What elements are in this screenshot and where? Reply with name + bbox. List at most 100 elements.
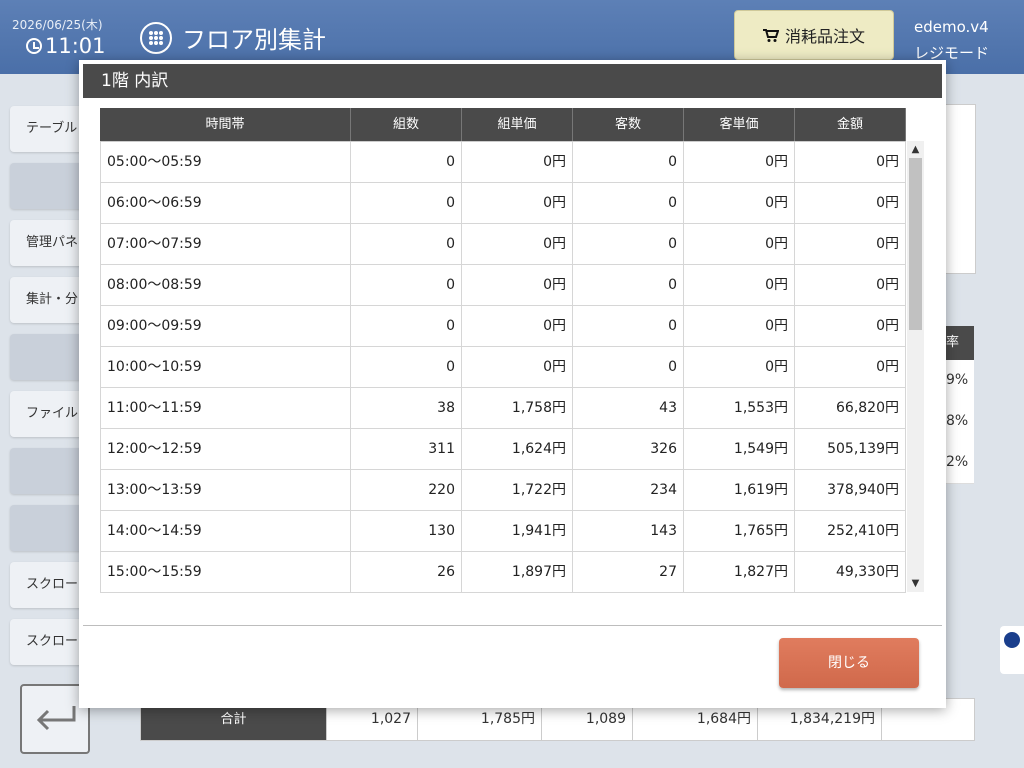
table-row[interactable]: 10:00～10:59 0 0円 0 0円 0円	[100, 347, 906, 388]
cell-time: 09:00～09:59	[100, 306, 351, 346]
cell-customers: 0	[573, 142, 684, 182]
table-row[interactable]: 08:00～08:59 0 0円 0 0円 0円	[100, 265, 906, 306]
cell-customer-price: 1,549円	[684, 429, 795, 469]
cell-group-price: 1,897円	[462, 552, 573, 592]
cell-customers: 0	[573, 306, 684, 346]
header-date: 2026/06/25(木)	[12, 18, 103, 32]
cell-amount: 378,940円	[795, 470, 906, 510]
cell-customer-price: 0円	[684, 224, 795, 264]
cell-customer-price: 1,619円	[684, 470, 795, 510]
consumables-order-label: 消耗品注文	[784, 27, 865, 46]
col-time: 時間帯	[100, 108, 351, 141]
cell-amount: 66,820円	[795, 388, 906, 428]
modal-title: 1階 内訳	[83, 64, 942, 98]
page-title: フロア別集計	[182, 26, 326, 54]
cell-group-price: 1,722円	[462, 470, 573, 510]
cell-time: 15:00～15:59	[100, 552, 351, 592]
cell-group-price: 0円	[462, 306, 573, 346]
cell-time: 06:00～06:59	[100, 183, 351, 223]
cell-time: 13:00～13:59	[100, 470, 351, 510]
table-row[interactable]: 07:00～07:59 0 0円 0 0円 0円	[100, 224, 906, 265]
cell-group-price: 1,758円	[462, 388, 573, 428]
remote-support-icon	[1004, 632, 1020, 648]
cell-customers: 0	[573, 224, 684, 264]
cell-group-price: 0円	[462, 224, 573, 264]
cell-group-price: 0円	[462, 347, 573, 387]
cell-amount: 0円	[795, 306, 906, 346]
cell-customers: 143	[573, 511, 684, 551]
table-row[interactable]: 14:00～14:59 130 1,941円 143 1,765円 252,410円	[100, 511, 906, 552]
cell-customer-price: 0円	[684, 183, 795, 223]
header-time-block: 11:01	[26, 34, 106, 58]
cell-customer-price: 0円	[684, 347, 795, 387]
cell-group-price: 1,941円	[462, 511, 573, 551]
cell-groups: 311	[351, 429, 462, 469]
cell-amount: 0円	[795, 347, 906, 387]
cell-groups: 0	[351, 142, 462, 182]
floor-breakdown-modal: 1階 内訳 時間帯 組数 組単価 客数 客単価 金額 05:00～05:59 0 0…	[79, 60, 946, 708]
cell-amount: 505,139円	[795, 429, 906, 469]
cell-customer-price: 0円	[684, 265, 795, 305]
cell-groups: 130	[351, 511, 462, 551]
table-row[interactable]: 09:00～09:59 0 0円 0 0円 0円	[100, 306, 906, 347]
remote-support-tab[interactable]	[1000, 626, 1024, 674]
cell-time: 14:00～14:59	[100, 511, 351, 551]
cell-group-price: 0円	[462, 142, 573, 182]
grid-menu-icon[interactable]	[140, 21, 172, 54]
scroll-up-icon[interactable]: ▲	[907, 141, 924, 158]
cell-time: 07:00～07:59	[100, 224, 351, 264]
user-name: edemo.v4	[914, 18, 989, 36]
page-title-block: フロア別集計	[140, 20, 326, 55]
cell-group-price: 0円	[462, 183, 573, 223]
cell-customers: 0	[573, 347, 684, 387]
back-arrow-icon	[36, 706, 76, 731]
cell-customer-price: 1,827円	[684, 552, 795, 592]
scroll-thumb[interactable]	[909, 158, 922, 330]
cell-amount: 0円	[795, 224, 906, 264]
clock-icon	[26, 38, 42, 54]
cell-groups: 0	[351, 347, 462, 387]
breakdown-table-body[interactable]: 05:00～05:59 0 0円 0 0円 0円 06:00～06:59 0 0円 0 0円 0円 07…	[100, 141, 906, 593]
consumables-order-button[interactable]: 消耗品注文	[734, 10, 894, 60]
cell-customer-price: 1,765円	[684, 511, 795, 551]
cell-group-price: 1,624円	[462, 429, 573, 469]
cell-customer-price: 0円	[684, 142, 795, 182]
cell-time: 08:00～08:59	[100, 265, 351, 305]
table-scrollbar[interactable]: ▲ ▼	[907, 141, 924, 592]
col-group-price: 組単価	[462, 108, 573, 141]
scroll-down-icon[interactable]: ▼	[907, 575, 924, 592]
cell-time: 10:00～10:59	[100, 347, 351, 387]
cell-customers: 234	[573, 470, 684, 510]
cell-customer-price: 0円	[684, 306, 795, 346]
cell-amount: 0円	[795, 265, 906, 305]
table-row[interactable]: 05:00～05:59 0 0円 0 0円 0円	[100, 142, 906, 183]
cell-time: 11:00～11:59	[100, 388, 351, 428]
table-row[interactable]: 11:00～11:59 38 1,758円 43 1,553円 66,820円	[100, 388, 906, 429]
cell-amount: 252,410円	[795, 511, 906, 551]
close-button[interactable]: 閉じる	[779, 638, 919, 688]
table-row[interactable]: 06:00～06:59 0 0円 0 0円 0円	[100, 183, 906, 224]
cell-customers: 326	[573, 429, 684, 469]
cell-customers: 0	[573, 265, 684, 305]
cell-amount: 0円	[795, 142, 906, 182]
cell-customers: 0	[573, 183, 684, 223]
table-row[interactable]: 12:00～12:59 311 1,624円 326 1,549円 505,139円	[100, 429, 906, 470]
cell-customer-price: 1,553円	[684, 388, 795, 428]
col-customers: 客数	[573, 108, 684, 141]
cell-time: 05:00～05:59	[100, 142, 351, 182]
cell-customers: 43	[573, 388, 684, 428]
cell-groups: 26	[351, 552, 462, 592]
cell-time: 12:00～12:59	[100, 429, 351, 469]
cell-customers: 27	[573, 552, 684, 592]
cell-group-price: 0円	[462, 265, 573, 305]
header-time: 11:01	[45, 34, 106, 58]
cell-amount: 49,330円	[795, 552, 906, 592]
cell-amount: 0円	[795, 183, 906, 223]
table-row[interactable]: 13:00～13:59 220 1,722円 234 1,619円 378,940円	[100, 470, 906, 511]
col-customer-price: 客単価	[684, 108, 795, 141]
table-row[interactable]: 15:00～15:59 26 1,897円 27 1,827円 49,330円	[100, 552, 906, 593]
cell-groups: 38	[351, 388, 462, 428]
col-amount: 金額	[795, 108, 906, 141]
cell-groups: 0	[351, 306, 462, 346]
cell-groups: 0	[351, 183, 462, 223]
